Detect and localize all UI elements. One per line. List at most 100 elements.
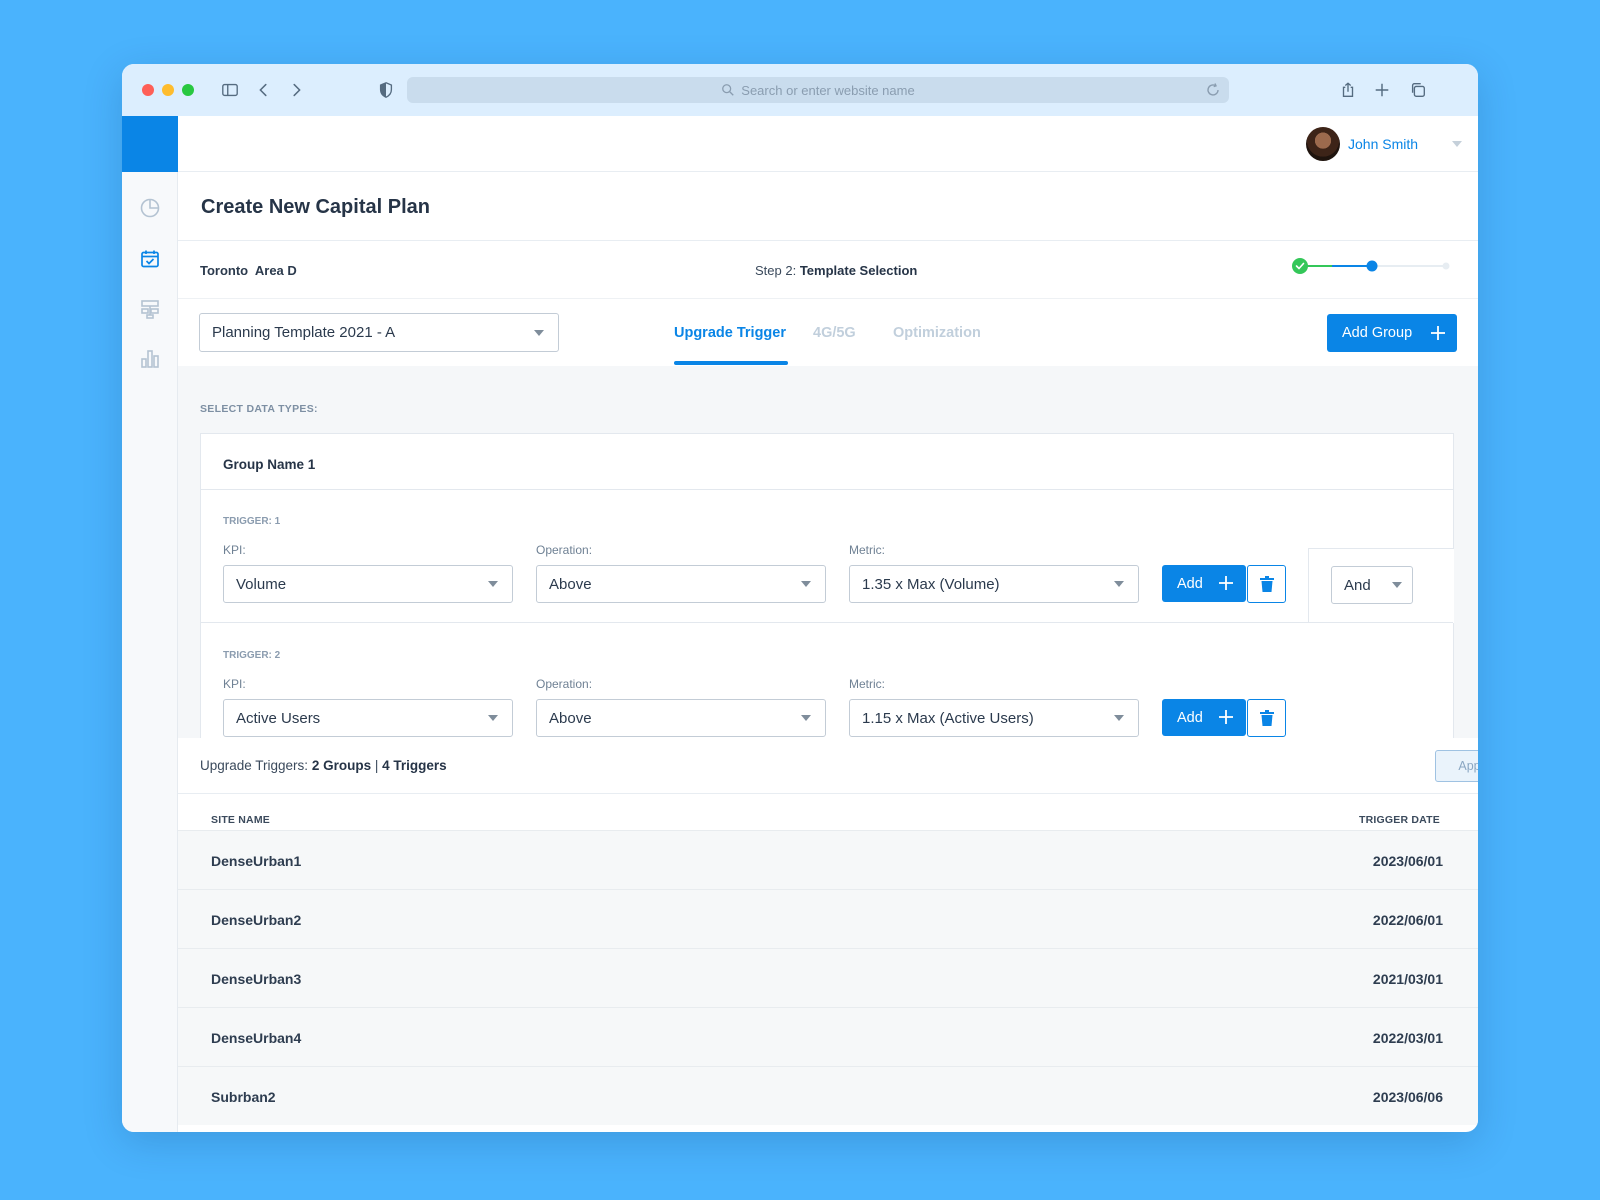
operation-select[interactable]: Above	[536, 699, 826, 737]
metric-label: Metric:	[849, 677, 885, 691]
apply-button[interactable]: Apply	[1435, 750, 1478, 782]
metric-label: Metric:	[849, 543, 885, 557]
step-progress	[1292, 258, 1450, 274]
hierarchy-icon[interactable]	[138, 297, 162, 321]
template-select[interactable]: Planning Template 2021 - A	[199, 313, 559, 352]
divider	[201, 622, 1453, 623]
step-current-marker	[1366, 260, 1378, 272]
sidebar-toggle-icon[interactable]	[218, 78, 242, 102]
add-group-button[interactable]: Add Group	[1327, 314, 1457, 352]
divider	[178, 240, 1478, 241]
brand-logo[interactable]	[122, 116, 178, 172]
back-arrow-icon[interactable]	[252, 78, 276, 102]
trigger-date-cell: 2023/06/06	[1372, 1089, 1443, 1105]
step-prefix: Step 2:	[755, 263, 797, 278]
new-tab-icon[interactable]	[1370, 78, 1394, 102]
metric-select[interactable]: 1.35 x Max (Volume)	[849, 565, 1139, 603]
trigger-panel: SELECT DATA TYPES: Group Name 1 TRIGGER:…	[178, 366, 1478, 738]
chevron-down-icon	[1114, 581, 1124, 587]
logic-operator-value: And	[1344, 576, 1371, 594]
table-row[interactable]: DenseUrban1 2023/06/01	[178, 830, 1478, 889]
operation-select-value: Above	[549, 709, 592, 727]
reload-icon[interactable]	[1205, 82, 1221, 98]
tab-optimization[interactable]: Optimization	[893, 325, 981, 341]
kpi-label: KPI:	[223, 677, 246, 691]
location-label: Toronto Area D	[200, 263, 297, 278]
tab-4g-5g[interactable]: 4G/5G	[813, 325, 856, 341]
chevron-down-icon	[534, 329, 544, 336]
group-name: Group Name 1	[223, 457, 316, 472]
trigger-label: TRIGGER: 1	[223, 516, 281, 527]
chevron-down-icon	[1392, 582, 1402, 588]
trigger-date-cell: 2022/06/01	[1372, 912, 1443, 928]
forward-arrow-icon[interactable]	[284, 78, 308, 102]
chevron-down-icon	[1114, 715, 1124, 721]
chevron-down-icon[interactable]	[1452, 140, 1462, 148]
browser-toolbar: Search or enter website name	[122, 64, 1478, 116]
step-indicator: Step 2: Template Selection	[755, 263, 917, 278]
trigger-label: TRIGGER: 2	[223, 650, 281, 661]
calendar-check-icon[interactable]	[138, 247, 162, 271]
group-card: Group Name 1 TRIGGER: 1 KPI: Operation: …	[200, 433, 1454, 738]
app-sidebar	[122, 116, 178, 1132]
delete-trigger-button[interactable]	[1247, 699, 1286, 737]
kpi-select[interactable]: Active Users	[223, 699, 513, 737]
bar-chart-icon[interactable]	[138, 347, 162, 371]
minimize-window-button[interactable]	[162, 84, 174, 96]
metric-select-value: 1.15 x Max (Active Users)	[862, 709, 1034, 727]
chevron-down-icon	[488, 715, 498, 721]
step-complete-icon	[1292, 258, 1308, 274]
site-name-cell: DenseUrban2	[211, 912, 302, 928]
avatar[interactable]	[1306, 127, 1340, 161]
site-name-cell: Subrban2	[211, 1089, 276, 1105]
add-trigger-button[interactable]: Add	[1162, 699, 1246, 736]
add-trigger-button[interactable]: Add	[1162, 565, 1246, 602]
delete-trigger-button[interactable]	[1247, 565, 1286, 603]
address-placeholder: Search or enter website name	[741, 82, 915, 98]
shield-icon[interactable]	[374, 78, 398, 102]
site-name-cell: DenseUrban1	[211, 853, 302, 869]
add-group-label: Add Group	[1342, 325, 1413, 341]
plus-icon	[1431, 326, 1445, 340]
close-window-button[interactable]	[142, 84, 154, 96]
operation-label: Operation:	[536, 677, 593, 691]
plus-icon	[1219, 710, 1233, 724]
table-row[interactable]: DenseUrban3 2021/03/01	[178, 948, 1478, 1007]
metric-select[interactable]: 1.15 x Max (Active Users)	[849, 699, 1139, 737]
address-bar[interactable]: Search or enter website name	[407, 77, 1229, 103]
logic-operator-box: And	[1308, 548, 1454, 623]
summary-prefix: Upgrade Triggers:	[200, 758, 309, 773]
tab-upgrade-trigger[interactable]: Upgrade Trigger	[674, 325, 786, 341]
column-header-site-name[interactable]: SITE NAME	[211, 814, 270, 826]
trash-icon	[1259, 576, 1274, 592]
share-icon[interactable]	[1336, 78, 1360, 102]
column-header-trigger-date[interactable]: TRIGGER DATE	[1359, 814, 1440, 826]
table-row[interactable]: DenseUrban2 2022/06/01	[178, 889, 1478, 948]
chevron-down-icon	[801, 715, 811, 721]
divider	[201, 489, 1453, 490]
site-name-cell: DenseUrban3	[211, 971, 302, 987]
operation-select-value: Above	[549, 575, 592, 593]
operation-select[interactable]: Above	[536, 565, 826, 603]
tabs-overview-icon[interactable]	[1406, 78, 1430, 102]
browser-window: Search or enter website name John Smith …	[122, 64, 1478, 1132]
operation-label: Operation:	[536, 543, 593, 557]
kpi-select-value: Volume	[236, 575, 287, 593]
step-pending-marker	[1442, 262, 1450, 270]
step-name: Template Selection	[799, 263, 918, 278]
summary-triggers: 4 Triggers	[382, 758, 447, 773]
summary-groups: 2 Groups	[311, 758, 372, 773]
maximize-window-button[interactable]	[182, 84, 194, 96]
trigger-date-cell: 2022/03/01	[1372, 1030, 1443, 1046]
summary-bar: Upgrade Triggers: 2 Groups | 4 Triggers …	[178, 738, 1478, 794]
logic-operator-select[interactable]: And	[1331, 566, 1413, 604]
table-row[interactable]: DenseUrban4 2022/03/01	[178, 1007, 1478, 1066]
table-row[interactable]: Subrban2 2023/06/06	[178, 1066, 1478, 1125]
user-name[interactable]: John Smith	[1348, 136, 1418, 152]
plus-icon	[1219, 576, 1233, 590]
dashboard-pie-icon[interactable]	[138, 196, 162, 220]
page-title: Create New Capital Plan	[201, 196, 430, 218]
trigger-date-cell: 2023/06/01	[1372, 853, 1443, 869]
kpi-select[interactable]: Volume	[223, 565, 513, 603]
divider	[178, 298, 1478, 299]
